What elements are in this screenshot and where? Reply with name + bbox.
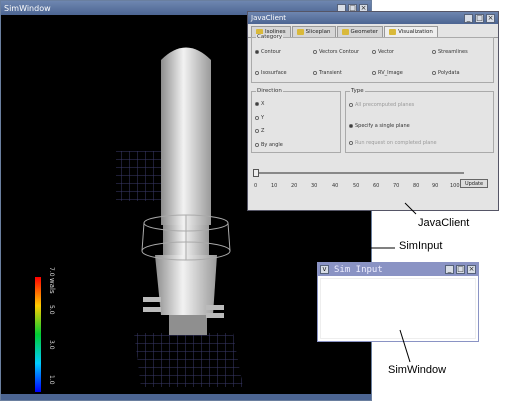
slider-tick: 70 bbox=[393, 183, 400, 189]
slider-tick: 90 bbox=[432, 183, 439, 189]
direction-label: Direction bbox=[256, 88, 283, 94]
option-label: X bbox=[261, 101, 265, 107]
category-option[interactable]: Isosurface bbox=[255, 70, 287, 76]
tab-visualization[interactable]: Visualization bbox=[384, 26, 438, 37]
option-label: Transient bbox=[319, 70, 342, 76]
radio-icon bbox=[255, 102, 259, 106]
option-label: By angle bbox=[261, 142, 283, 148]
update-button[interactable]: Update bbox=[460, 179, 488, 188]
tab-label: Visualization bbox=[398, 29, 433, 35]
option-label: Z bbox=[261, 128, 265, 134]
radio-icon bbox=[372, 50, 376, 54]
legend-tick: 1.0 bbox=[48, 375, 55, 385]
platform-railing bbox=[141, 214, 231, 261]
category-option[interactable]: RV_Image bbox=[372, 70, 403, 76]
sim-input-area[interactable] bbox=[320, 278, 476, 339]
tab-label: Geometer bbox=[350, 29, 379, 35]
option-label: Run request on completed plane bbox=[355, 140, 437, 146]
slider-tick: 60 bbox=[373, 183, 380, 189]
radio-icon bbox=[255, 71, 259, 75]
slider-tick: 0 bbox=[254, 183, 258, 189]
tab-icon bbox=[389, 29, 397, 35]
callout-simwindow: SimWindow bbox=[388, 364, 447, 376]
slider-tick: 80 bbox=[413, 183, 420, 189]
category-option[interactable]: Vectors Contour bbox=[313, 49, 359, 55]
slider-tick: 30 bbox=[311, 183, 318, 189]
slider-tick: 10 bbox=[271, 183, 278, 189]
type-option[interactable]: Specify a single plane bbox=[349, 123, 410, 129]
option-label: Contour bbox=[261, 49, 281, 55]
java-client-title: JavaClient bbox=[251, 14, 287, 22]
radio-icon bbox=[432, 71, 436, 75]
legend-tick: 7.0 bbox=[48, 267, 55, 277]
plane-slider-track[interactable] bbox=[256, 172, 464, 174]
floor-grid bbox=[134, 333, 243, 387]
sim-window-statusbar bbox=[1, 394, 371, 400]
type-option[interactable]: All precomputed planes bbox=[349, 102, 414, 108]
radio-icon bbox=[255, 116, 259, 120]
callout-siminput: SimInput bbox=[399, 240, 443, 252]
direction-option[interactable]: Z bbox=[255, 128, 264, 134]
category-option[interactable]: Vector bbox=[372, 49, 394, 55]
category-option[interactable]: Contour bbox=[255, 49, 281, 55]
category-label: Category bbox=[256, 34, 284, 40]
category-option[interactable]: Polydata bbox=[432, 70, 460, 76]
type-option[interactable]: Run request on completed plane bbox=[349, 140, 437, 146]
radio-icon bbox=[255, 143, 259, 147]
chevron-down-icon[interactable]: v bbox=[320, 265, 329, 274]
minimize-icon[interactable]: _ bbox=[464, 13, 473, 23]
tab-sliceplan[interactable]: Sliceplan bbox=[291, 26, 336, 37]
legend-tick: 3.0 bbox=[48, 340, 55, 350]
slider-tick: 100 bbox=[450, 183, 460, 189]
radio-icon bbox=[349, 124, 353, 128]
slider-tick: 40 bbox=[332, 183, 339, 189]
option-label: RV_Image bbox=[378, 70, 403, 76]
option-label: Vector bbox=[378, 49, 394, 55]
direction-option[interactable]: Y bbox=[255, 115, 264, 121]
radio-icon bbox=[372, 71, 376, 75]
sim-input-title: Sim Input bbox=[334, 264, 383, 275]
tab-icon bbox=[341, 29, 349, 35]
direction-option[interactable]: By angle bbox=[255, 142, 283, 148]
category-group: Category bbox=[251, 34, 494, 83]
callout-javaclient: JavaClient bbox=[418, 217, 470, 229]
tab-icon bbox=[296, 29, 304, 35]
category-option[interactable]: Transient bbox=[313, 70, 342, 76]
close-icon[interactable]: × bbox=[467, 265, 476, 274]
option-label: Isosurface bbox=[261, 70, 287, 76]
sim-window-title: SimWindow bbox=[4, 3, 51, 13]
option-label: All precomputed planes bbox=[355, 102, 415, 108]
radio-icon bbox=[349, 103, 353, 107]
plane-slider-thumb[interactable] bbox=[253, 169, 259, 177]
tab-bar: Isolines Sliceplan Geometer Visualizatio… bbox=[248, 24, 498, 38]
option-label: Y bbox=[261, 115, 265, 121]
slider-tick: 50 bbox=[353, 183, 360, 189]
option-label: Polydata bbox=[438, 70, 460, 76]
sim-input-window: v Sim Input _ □ × bbox=[317, 262, 479, 342]
option-label: Specify a single plane bbox=[355, 123, 410, 129]
java-client-titlebar[interactable]: JavaClient _ □ × bbox=[248, 12, 498, 24]
option-label: Streamlines bbox=[438, 49, 468, 55]
radio-icon bbox=[432, 50, 436, 54]
slider-tick: 20 bbox=[291, 183, 298, 189]
close-icon[interactable]: × bbox=[486, 13, 495, 23]
tab-geometer[interactable]: Geometer bbox=[336, 26, 384, 37]
option-label: Vectors Contour bbox=[319, 49, 360, 55]
color-bar bbox=[35, 277, 41, 392]
type-label: Type bbox=[350, 88, 365, 94]
radio-icon bbox=[349, 141, 353, 145]
tab-label: Sliceplan bbox=[305, 29, 331, 35]
radio-icon bbox=[255, 50, 259, 54]
radio-icon bbox=[313, 50, 317, 54]
sim-input-titlebar[interactable]: v Sim Input _ □ × bbox=[318, 263, 478, 276]
category-option[interactable]: Streamlines bbox=[432, 49, 468, 55]
legend-tick: 5.0 bbox=[48, 305, 55, 315]
radio-icon bbox=[313, 71, 317, 75]
minimize-icon[interactable]: _ bbox=[445, 265, 454, 274]
radio-icon bbox=[255, 129, 259, 133]
direction-option[interactable]: X bbox=[255, 101, 264, 107]
maximize-icon[interactable]: □ bbox=[475, 13, 484, 23]
maximize-icon[interactable]: □ bbox=[456, 265, 465, 274]
legend-label: wals bbox=[48, 278, 56, 294]
